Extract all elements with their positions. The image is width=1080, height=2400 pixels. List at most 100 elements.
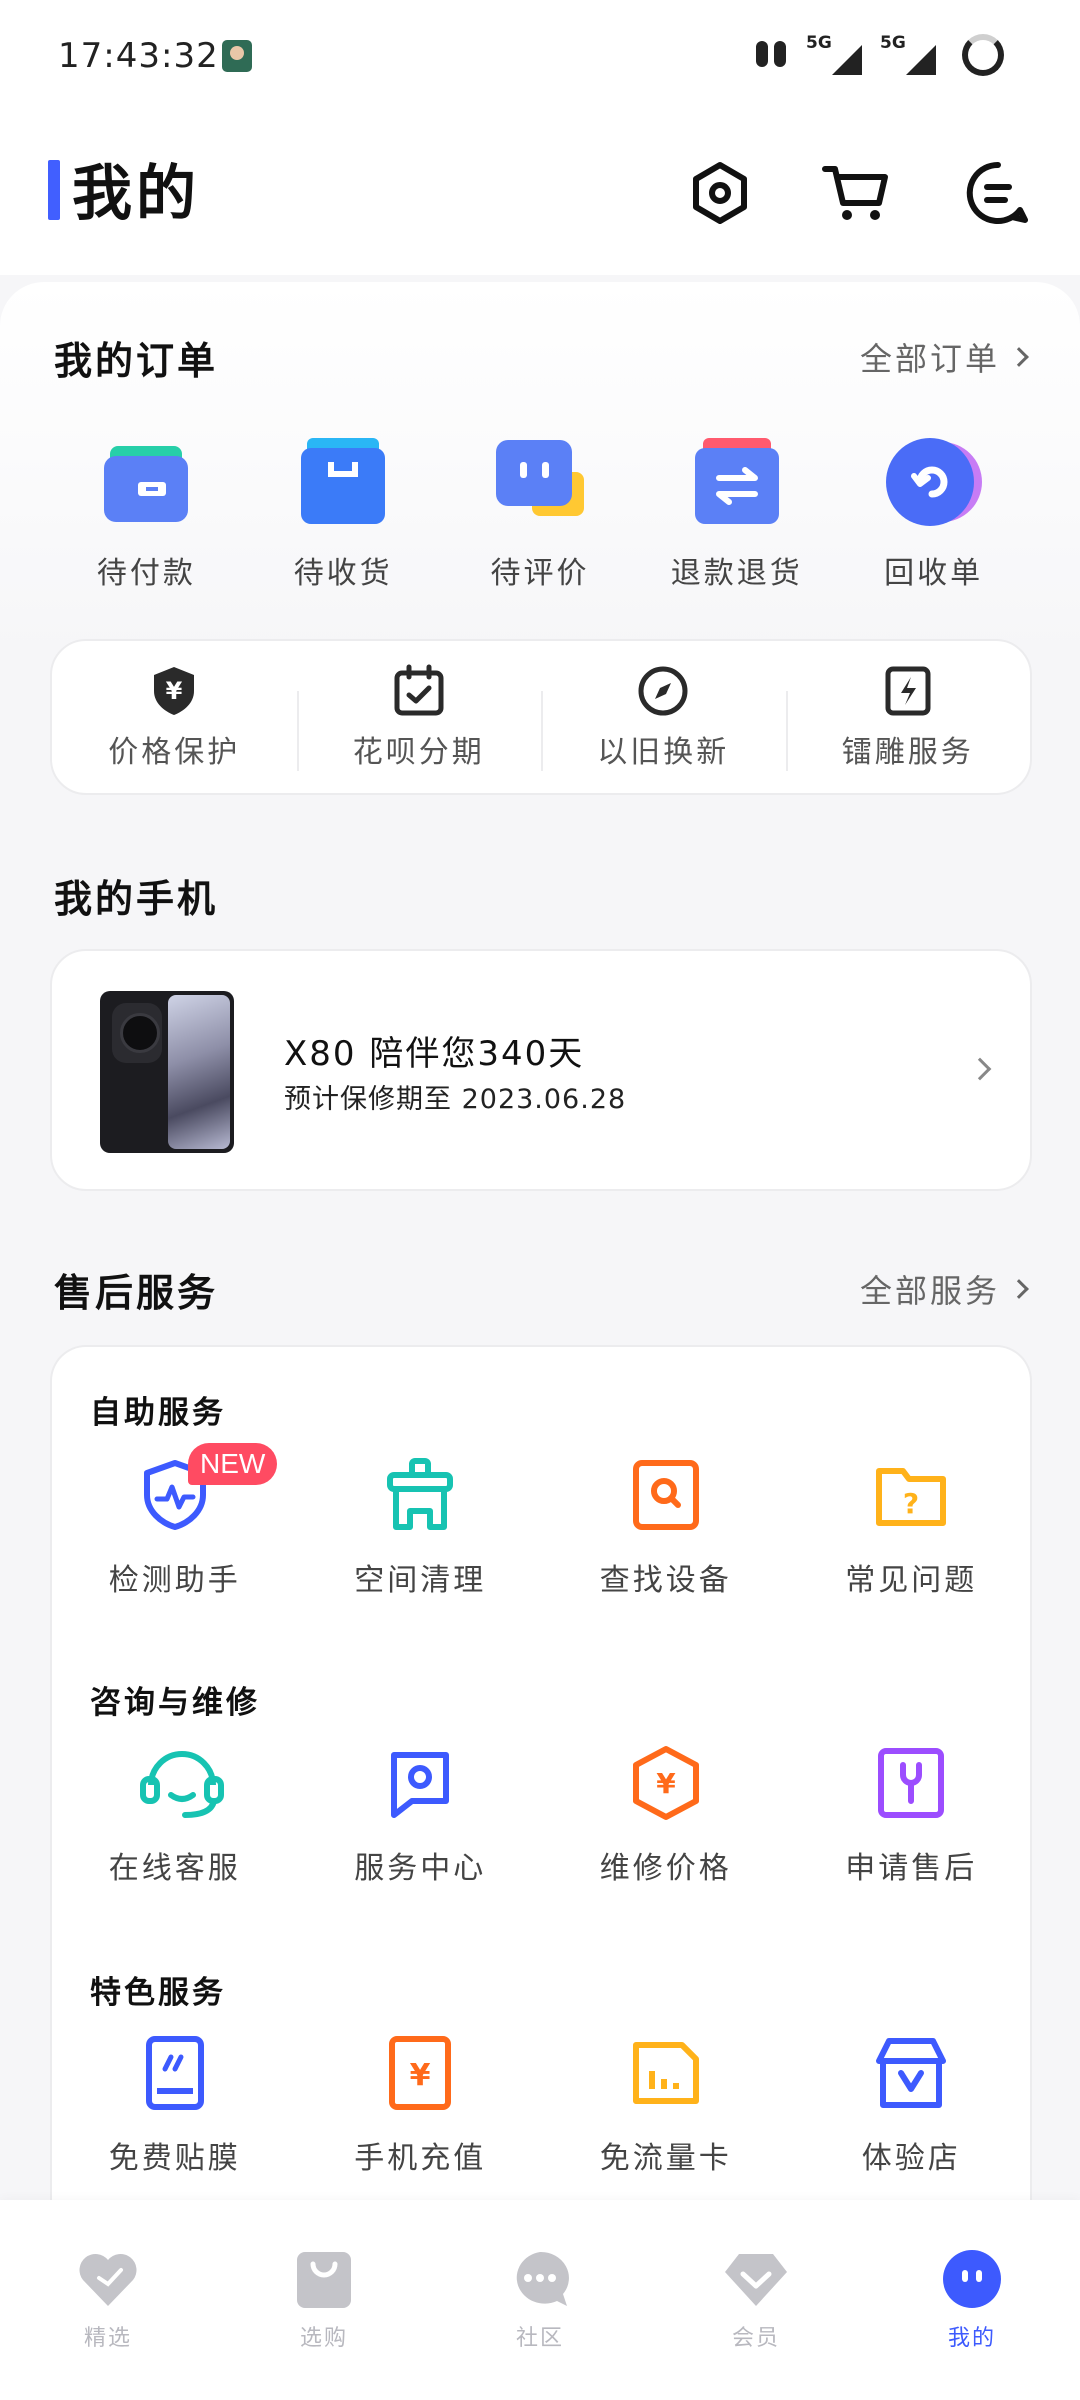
shopping-bag-icon [291, 2248, 357, 2310]
chat-bubble-icon [507, 2248, 573, 2310]
diamond-icon [723, 2248, 789, 2310]
store-icon [873, 2035, 949, 2111]
recharge-icon: ¥ [382, 2035, 458, 2111]
status-bar: 17:43:32 5G 5G [0, 0, 1080, 115]
order-recycle[interactable]: 回收单 [835, 432, 1032, 592]
new-badge: NEW [188, 1443, 278, 1485]
my-phone-section-title: 我的手机 [54, 877, 219, 921]
phone-recharge-button[interactable]: ¥ 手机充值 [298, 2035, 544, 2195]
page-title: 我的 [72, 159, 200, 229]
tab-label: 社区 [515, 2326, 564, 2351]
order-pending-review[interactable]: 待评价 [442, 432, 639, 592]
all-services-label: 全部服务 [859, 1272, 1000, 1310]
settings-button[interactable] [680, 153, 760, 233]
compass-icon [635, 663, 691, 719]
order-refund-return[interactable]: 退款退货 [638, 432, 835, 592]
my-phone-card[interactable]: X80 陪伴您340天 预计保修期至 2023.06.28 [50, 949, 1032, 1191]
phone-image [100, 991, 234, 1153]
order-label: 待评价 [490, 556, 590, 591]
page-header: 我的 [0, 115, 1080, 275]
chevron-right-icon [1009, 1279, 1029, 1299]
cart-button[interactable] [816, 153, 896, 233]
order-status-row: 待付款 待收货 待评价 退款退货 回收单 [48, 432, 1032, 592]
order-label: 回收单 [884, 556, 984, 591]
service-label: 服务中心 [354, 1851, 487, 1886]
tool-label: 以旧换新 [597, 735, 730, 770]
service-label: 维修价格 [599, 1851, 732, 1886]
svg-text:¥: ¥ [410, 2058, 431, 2093]
headset-icon [137, 1745, 224, 1821]
price-protection-button[interactable]: ¥ 价格保护 [52, 663, 297, 771]
repair-price-button[interactable]: ¥ 维修价格 [543, 1745, 789, 1905]
exchange-icon [687, 432, 787, 532]
message-icon [966, 161, 1028, 224]
after-sales-section-title: 售后服务 [54, 1271, 219, 1315]
service-label: 免流量卡 [599, 2141, 732, 2176]
signal-icon-2: 5G [880, 33, 936, 77]
service-label: 常见问题 [845, 1563, 978, 1598]
order-tools-card: ¥ 价格保护 花呗分期 以旧换新 镭雕服务 [50, 639, 1032, 795]
data-free-card-button[interactable]: 免流量卡 [543, 2035, 789, 2195]
tab-featured[interactable]: 精选 [0, 2200, 216, 2400]
cart-icon [822, 166, 888, 220]
experience-store-button[interactable]: 体验店 [789, 2035, 1035, 2195]
installment-button[interactable]: 花呗分期 [296, 663, 542, 771]
orders-section-title: 我的订单 [54, 339, 219, 383]
tab-member[interactable]: 会员 [648, 2200, 864, 2400]
phone-name: X80 陪伴您340天 [284, 1034, 585, 1074]
trade-in-button[interactable]: 以旧换新 [541, 663, 786, 771]
order-label: 待收货 [293, 556, 393, 591]
self-service-title: 自助服务 [90, 1395, 226, 1431]
order-pending-payment[interactable]: 待付款 [48, 432, 245, 592]
svg-text:?: ? [903, 1487, 919, 1520]
consult-repair-title: 咨询与维修 [90, 1685, 260, 1721]
title-accent-bar [48, 160, 60, 220]
heart-icon [75, 2248, 141, 2310]
wallet-icon [96, 432, 196, 532]
review-chat-icon [490, 432, 590, 532]
online-support-button[interactable]: 在线客服 [52, 1745, 298, 1905]
tab-mine[interactable]: 我的 [864, 2200, 1080, 2400]
wrench-icon [873, 1745, 949, 1821]
diagnostics-button[interactable]: NEW 检测助手 [52, 1443, 298, 1617]
battery-icon [962, 34, 1004, 76]
tab-community[interactable]: 社区 [432, 2200, 648, 2400]
service-center-button[interactable]: 服务中心 [298, 1745, 544, 1905]
svg-text:¥: ¥ [656, 1767, 676, 1800]
all-services-link[interactable]: 全部服务 [859, 1266, 1029, 1312]
service-label: 申请售后 [845, 1851, 978, 1886]
self-service-row: NEW 检测助手 空间清理 查找设备 ? 常见问题 [52, 1443, 1035, 1617]
service-label: 免费贴膜 [108, 2141, 241, 2176]
after-sales-card: 自助服务 NEW 检测助手 空间清理 查找设备 ? 常见问题 咨询与维修 在线客… [50, 1345, 1032, 2245]
screen-film-icon [137, 2035, 213, 2111]
featured-service-title: 特色服务 [90, 1975, 226, 2011]
apply-after-sales-button[interactable]: 申请售后 [789, 1745, 1035, 1905]
notification-avatar-icon [222, 40, 252, 72]
tool-label: 花呗分期 [352, 735, 485, 770]
settings-icon [693, 162, 747, 224]
free-screen-film-button[interactable]: 免费贴膜 [52, 2035, 298, 2195]
price-hexagon-icon: ¥ [628, 1745, 704, 1821]
order-label: 待付款 [96, 556, 196, 591]
signal-icon-1: 5G [806, 33, 862, 77]
recycle-icon [884, 432, 984, 532]
earbuds-icon [754, 39, 788, 71]
svg-text:¥: ¥ [166, 677, 183, 705]
tool-label: 价格保护 [108, 735, 241, 770]
tab-shop[interactable]: 选购 [216, 2200, 432, 2400]
location-pin-icon [382, 1745, 458, 1821]
order-pending-receipt[interactable]: 待收货 [245, 432, 442, 592]
messages-button[interactable] [958, 153, 1038, 233]
status-time: 17:43:32 [58, 36, 219, 76]
faq-button[interactable]: ? 常见问题 [789, 1457, 1035, 1617]
service-label: 手机充值 [354, 2141, 487, 2176]
laser-engraving-button[interactable]: 镭雕服务 [785, 663, 1031, 771]
service-label: 体验店 [861, 2141, 961, 2176]
find-device-button[interactable]: 查找设备 [543, 1457, 789, 1617]
calendar-check-icon [391, 663, 447, 719]
tab-label: 选购 [299, 2326, 348, 2351]
all-orders-link[interactable]: 全部订单 [860, 334, 1029, 380]
sim-card-icon [628, 2035, 704, 2111]
space-cleanup-button[interactable]: 空间清理 [298, 1457, 544, 1617]
tab-label: 会员 [731, 2326, 780, 2351]
